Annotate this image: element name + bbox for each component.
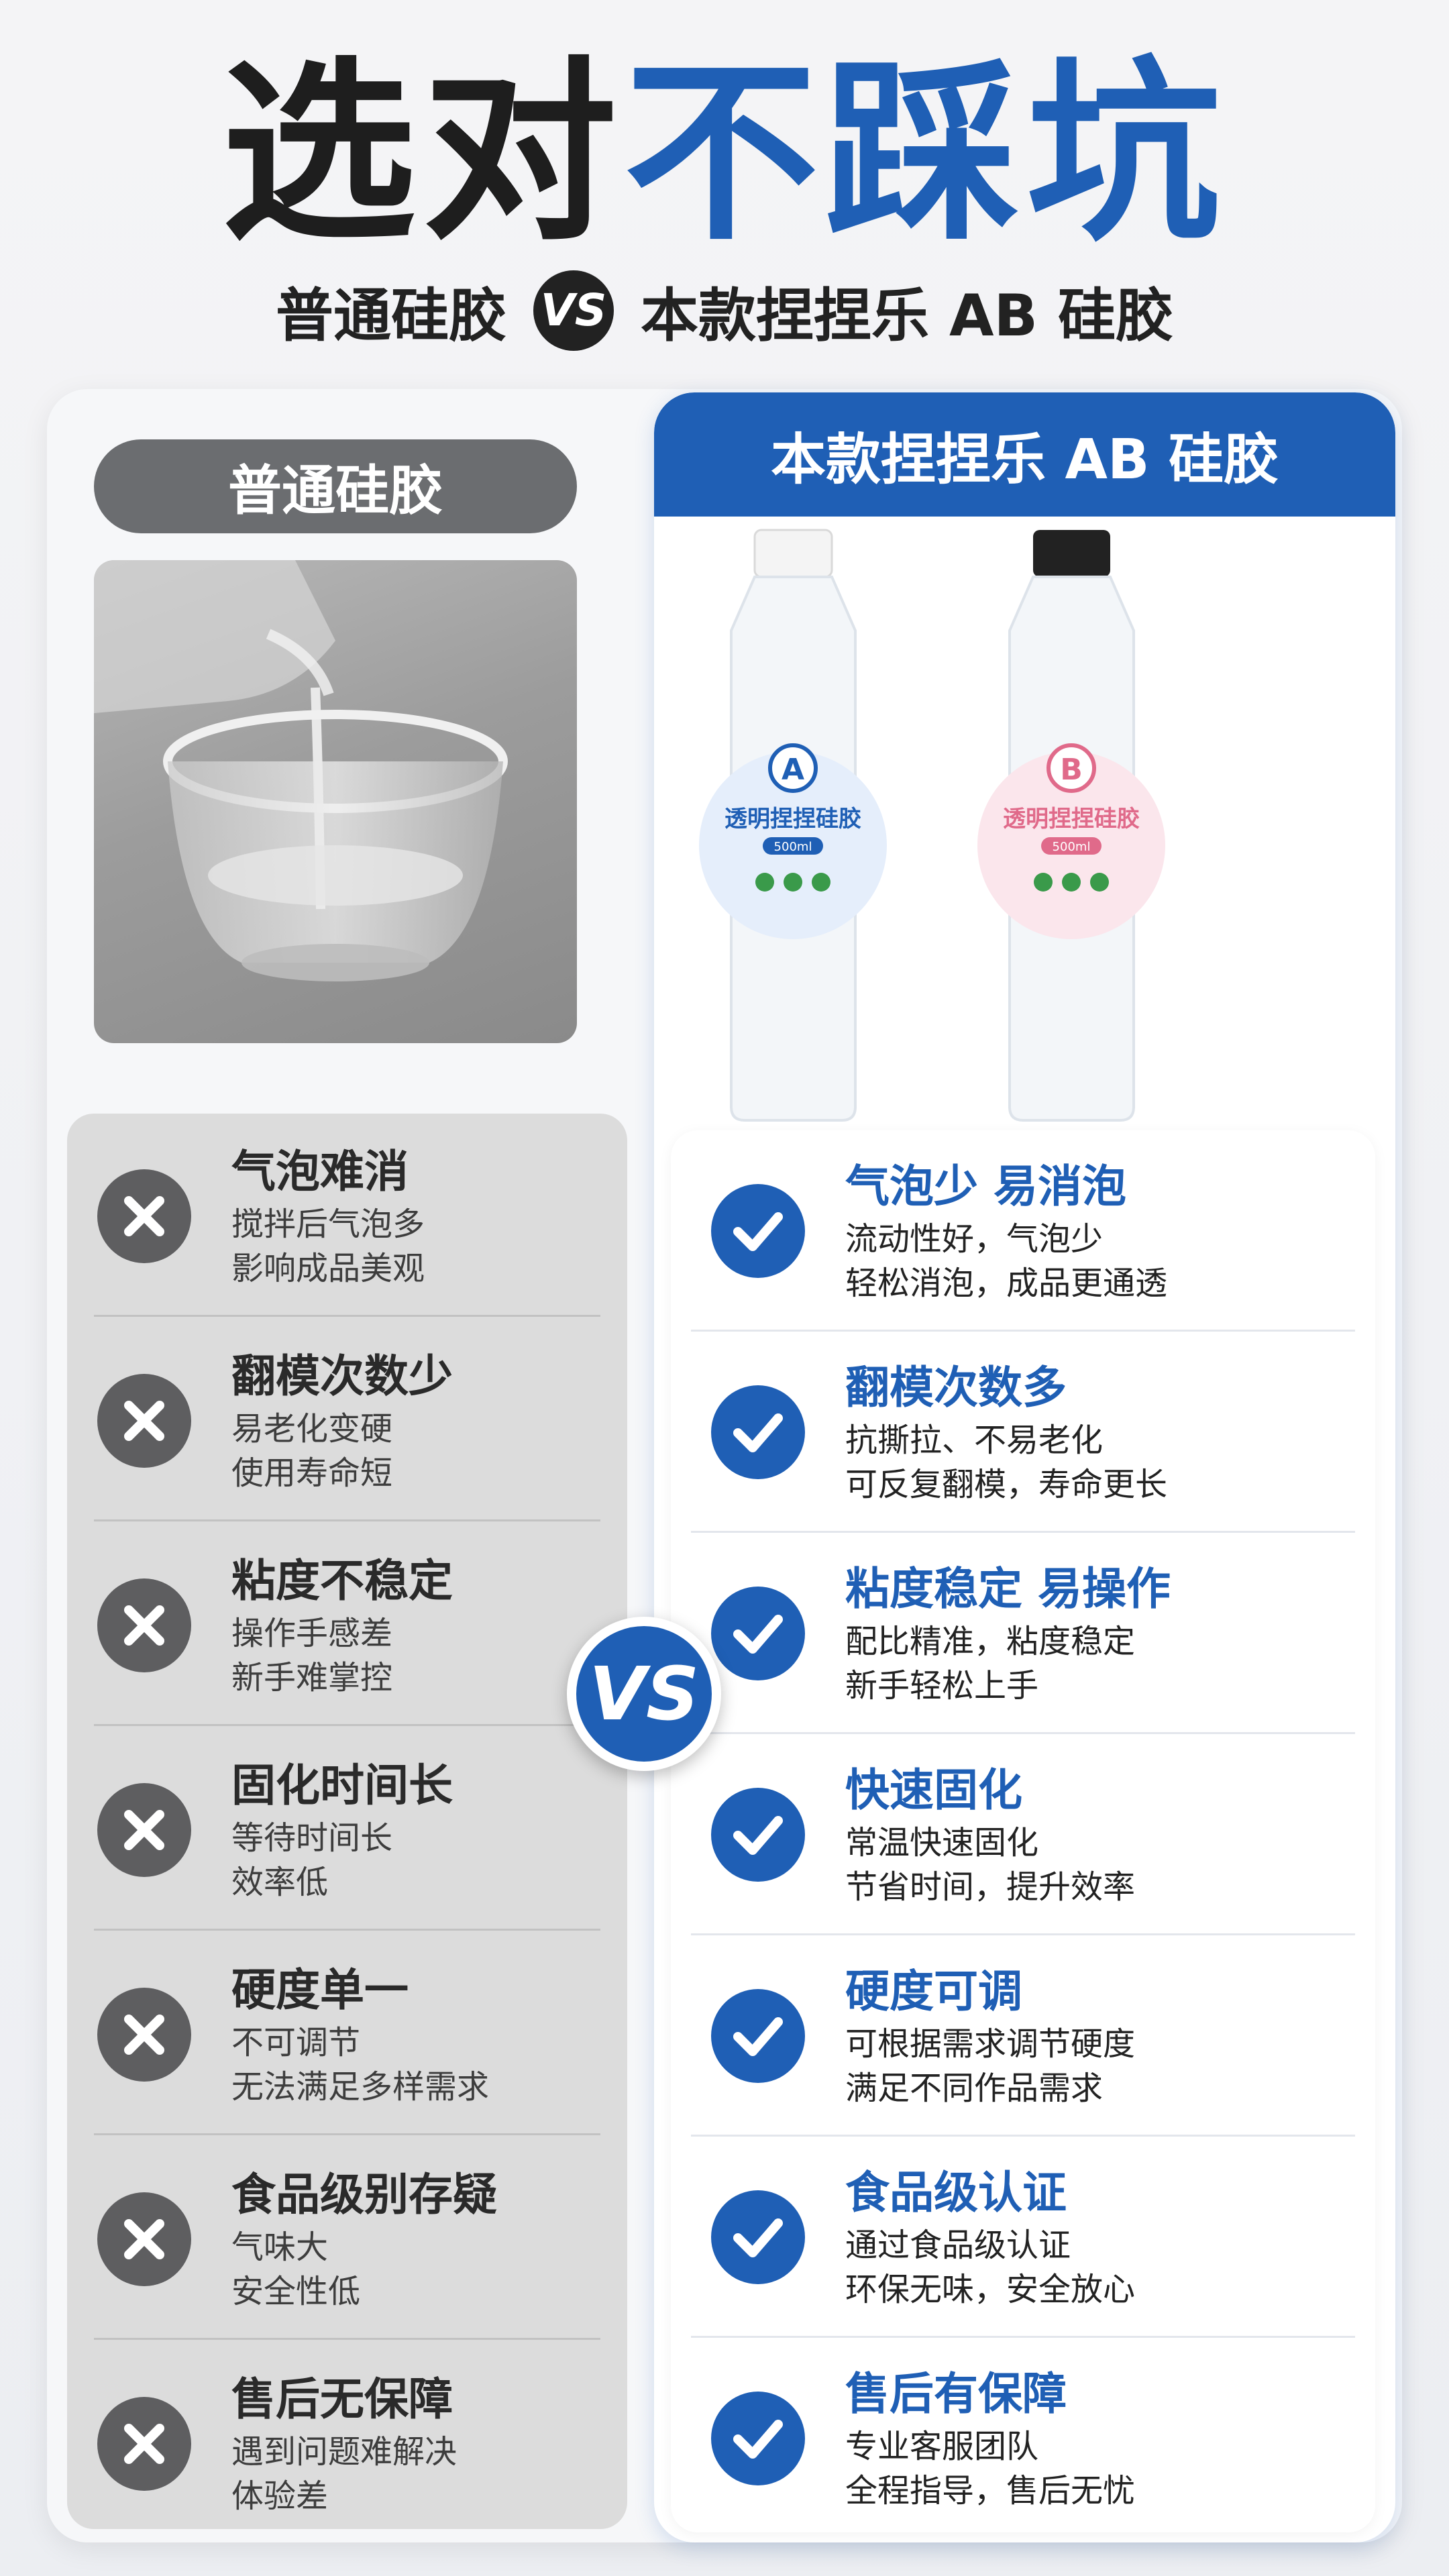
left-item: 售后无保障遇到问题难解决 体验差 xyxy=(67,2341,627,2546)
item-line1: 气味大 xyxy=(231,2228,329,2266)
left-item: 固化时间长等待时间长效率低 xyxy=(67,1727,627,1932)
cross-icon xyxy=(97,1782,191,1877)
item-line2: 新手轻松上手 xyxy=(845,1667,1039,1705)
cross-icon xyxy=(97,2192,191,2286)
right-item: 翻模次数多抗撕拉、不易老化可反复翻模，寿命更长 xyxy=(671,1332,1375,1533)
left-item: 粘度不稳定操作手感差新手难掌控 xyxy=(67,1523,627,1727)
item-line2: 影响成品美观 xyxy=(231,1249,425,1287)
divider xyxy=(94,1315,600,1317)
item-title: 食品级认证 xyxy=(845,2167,1067,2218)
check-icon xyxy=(711,1788,805,1882)
check-icon xyxy=(711,1587,805,1680)
subline-right: 本款捏捏乐 AB 硅胶 xyxy=(641,282,1173,350)
right-item: 粘度稳定 易操作配比精准，粘度稳定 新手轻松上手 xyxy=(671,1533,1375,1734)
item-line2: 可反复翻模，寿命更长 xyxy=(845,1466,1168,1503)
item-title: 售后有保障 xyxy=(845,2368,1067,2420)
item-line1: 可根据需求调节硬度 xyxy=(845,2025,1136,2063)
divider xyxy=(94,1929,600,1931)
right-item: 食品级认证通过食品级认证环保无味，安全放心 xyxy=(671,2137,1375,2338)
bottle-b-volume: 500ml xyxy=(1053,840,1091,854)
item-title: 快速固化 xyxy=(845,1764,1022,1816)
item-line1: 等待时间长 xyxy=(231,1819,393,1857)
item-title: 翻模次数多 xyxy=(845,1362,1067,1413)
right-item: 售后有保障专业客服团队全程指导，售后无忧 xyxy=(671,2338,1375,2539)
item-line2: 无法满足多样需求 xyxy=(231,2068,490,2106)
bottle-b: B 透明捏捏硅胶 500ml xyxy=(977,530,1165,1122)
left-item: 翻模次数少易老化变硬使用寿命短 xyxy=(67,1318,627,1523)
item-line1: 操作手感差 xyxy=(231,1614,393,1652)
item-title: 硬度可调 xyxy=(845,1966,1022,2017)
item-line1: 常温快速固化 xyxy=(845,1824,1039,1862)
cross-icon xyxy=(97,1987,191,2082)
item-line2: 体验差 xyxy=(231,2477,329,2515)
vs-badge: VS xyxy=(567,1617,721,1771)
item-line1: 不可调节 xyxy=(231,2023,361,2061)
check-icon xyxy=(711,1385,805,1479)
headline: 选对不踩坑 xyxy=(0,40,1449,268)
cross-icon xyxy=(97,1578,191,1672)
bottle-a-letter: A xyxy=(782,753,804,787)
right-benefits-list: 气泡少 易消泡 流动性好，气泡少 轻松消泡，成品更通透 翻模次数多 抗撕拉、不易老化可… xyxy=(671,1130,1375,2532)
item-line2: 新手难掌控 xyxy=(231,1658,393,1697)
right-item: 气泡少 易消泡流动性好，气泡少轻松消泡，成品更通透 xyxy=(671,1130,1375,1332)
item-title: 气泡少 易消泡 xyxy=(845,1161,1126,1212)
divider xyxy=(94,2133,600,2135)
item-line2: 效率低 xyxy=(231,1863,329,1901)
item-line1: 配比精准，粘度稳定 xyxy=(845,1623,1136,1660)
item-line1: 易老化变硬 xyxy=(231,1409,393,1448)
item-title: 气泡难消 xyxy=(231,1145,409,1197)
item-line2: 全程指导，售后无忧 xyxy=(845,2472,1136,2510)
left-drawbacks-list: 气泡难消搅拌后气泡多 影响成品美观 翻模次数少易老化变硬使用寿命短 粘度不稳定操作… xyxy=(67,1114,627,2529)
headline-part2: 不踩坑 xyxy=(624,41,1228,267)
item-line2: 环保无味，安全放心 xyxy=(845,2271,1136,2308)
bottle-a-volume: 500ml xyxy=(774,840,812,854)
item-line1: 抗撕拉、不易老化 xyxy=(845,1421,1104,1459)
item-title: 翻模次数少 xyxy=(231,1350,453,1402)
item-title: 售后无保障 xyxy=(231,2373,453,2425)
product-bottles: A 透明捏捏硅胶 500ml B 透明捏捏硅胶 500ml xyxy=(654,517,1395,1127)
subline-left: 普通硅胶 xyxy=(276,282,506,350)
item-line2: 满足不同作品需求 xyxy=(845,2070,1104,2107)
divider xyxy=(94,2338,600,2340)
item-line1: 通过食品级认证 xyxy=(845,2226,1071,2264)
divider xyxy=(94,1519,600,1521)
left-title-pill: 普通硅胶 xyxy=(94,439,577,533)
item-line1: 专业客服团队 xyxy=(845,2428,1039,2465)
cross-icon xyxy=(97,1169,191,1263)
bottle-a-name: 透明捏捏硅胶 xyxy=(724,806,861,833)
bottle-a: A 透明捏捏硅胶 500ml xyxy=(699,529,887,1122)
item-line2: 轻松消泡，成品更通透 xyxy=(845,1265,1168,1302)
item-title: 粘度不稳定 xyxy=(231,1554,453,1607)
cross-icon xyxy=(97,1373,191,1468)
left-item: 硬度单一不可调节无法满足多样需求 xyxy=(67,1932,627,2137)
bottle-b-letter: B xyxy=(1060,753,1083,787)
bottle-b-name: 透明捏捏硅胶 xyxy=(1003,806,1140,833)
right-title-banner: 本款捏捏乐 AB 硅胶 xyxy=(654,392,1395,517)
item-title: 食品级别存疑 xyxy=(231,2168,497,2220)
item-line1: 遇到问题难解决 xyxy=(231,2432,458,2471)
item-line2: 节省时间，提升效率 xyxy=(845,1868,1136,1906)
item-title: 粘度稳定 易操作 xyxy=(845,1563,1171,1615)
cross-icon xyxy=(97,2396,191,2491)
headline-part1: 选对 xyxy=(221,41,624,267)
left-item: 气泡难消搅拌后气泡多 影响成品美观 xyxy=(67,1114,627,1318)
item-line2: 安全性低 xyxy=(231,2272,361,2310)
pouring-silicone-image xyxy=(94,560,577,1043)
item-line1: 流动性好，气泡少 xyxy=(845,1220,1104,1258)
item-title: 固化时间长 xyxy=(231,1759,453,1811)
right-item: 硬度可调可根据需求调节硬度 满足不同作品需求 xyxy=(671,1935,1375,2137)
item-line1: 搅拌后气泡多 xyxy=(231,1205,425,1243)
vs-small-badge: VS xyxy=(533,270,614,351)
check-icon xyxy=(711,1989,805,2083)
check-icon xyxy=(711,2392,805,2485)
subline: 普通硅胶 VS 本款捏捏乐 AB 硅胶 xyxy=(0,268,1449,352)
left-item: 食品级别存疑气味大安全性低 xyxy=(67,2137,627,2341)
divider xyxy=(94,1724,600,1726)
item-title: 硬度单一 xyxy=(231,1964,409,2016)
check-icon xyxy=(711,1184,805,1278)
check-icon xyxy=(711,2190,805,2284)
item-line2: 使用寿命短 xyxy=(231,1454,393,1492)
right-item: 快速固化常温快速固化节省时间，提升效率 xyxy=(671,1734,1375,1935)
